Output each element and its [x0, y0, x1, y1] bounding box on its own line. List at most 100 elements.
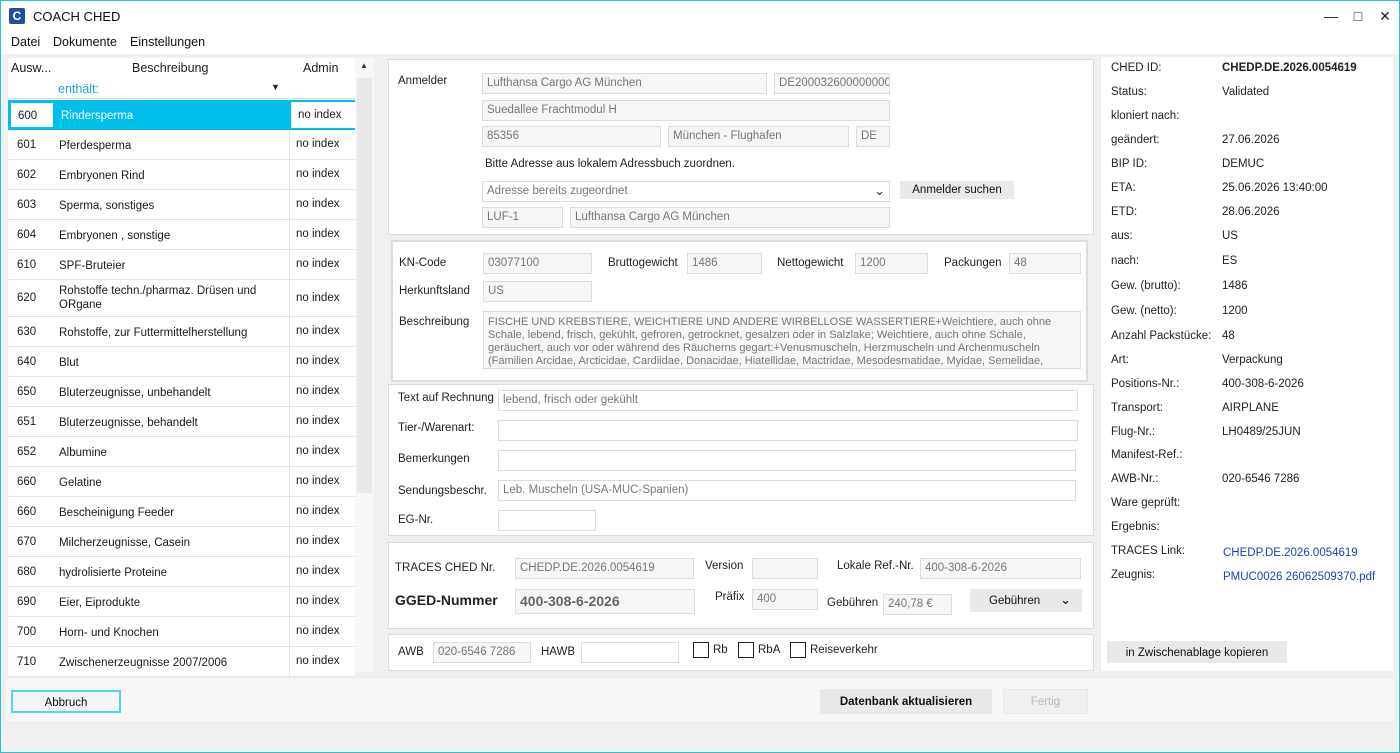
gged-field[interactable]: 400-308-6-2026	[515, 589, 695, 614]
fee-dropdown-button[interactable]: Gebühren ⌄	[970, 589, 1082, 612]
table-row[interactable]: 620 Rohstoffe techn./pharmaz. Drüsen und…	[8, 280, 355, 317]
table-row[interactable]: 710 Zwischenerzeugnisse 2007/2006 no ind…	[8, 647, 355, 677]
local-ref-field[interactable]: 400-308-6-2026	[920, 558, 1081, 579]
anmelder-id-field[interactable]: DE200032600000000	[774, 73, 890, 94]
row-description: Rohstoffe techn./pharmaz. Drüsen und ORg…	[59, 285, 257, 311]
table-row[interactable]: 670 Milcherzeugnisse, Casein no index	[8, 527, 355, 557]
chevron-down-icon[interactable]: ⌄	[874, 183, 885, 199]
table-row[interactable]: 690 Eier, Eiprodukte no index	[8, 587, 355, 617]
close-icon[interactable]: ✕	[1373, 5, 1397, 27]
species-field[interactable]	[498, 420, 1078, 441]
traces-link[interactable]: CHEDP.DE.2026.0054619	[1223, 547, 1358, 559]
table-row[interactable]: 660 Gelatine no index	[8, 467, 355, 497]
summary-key: nach:	[1111, 255, 1140, 267]
menu-einstellungen[interactable]: Einstellungen	[130, 35, 205, 49]
summary-key: Ergebnis:	[1111, 521, 1160, 533]
menu-bar: Datei Dokumente Einstellungen	[1, 32, 1399, 54]
table-row[interactable]: 610 SPF-Bruteier no index	[8, 250, 355, 280]
minimize-icon[interactable]: —	[1319, 5, 1343, 27]
done-button[interactable]: Fertig	[1003, 689, 1088, 714]
traces-ched-field[interactable]: CHEDP.DE.2026.0054619	[515, 558, 694, 579]
summary-key: Zeugnis:	[1111, 569, 1156, 581]
table-row[interactable]: 660 Bescheinigung Feeder no index	[8, 497, 355, 527]
table-row[interactable]: 680 hydrolisierte Proteine no index	[8, 557, 355, 587]
table-row[interactable]: 602 Embryonen Rind no index	[8, 160, 355, 190]
list-scrollbar[interactable]: ▲	[355, 58, 374, 672]
category-list-panel: Ausw... Beschreibung Admin enthält: ▼ 60…	[8, 58, 374, 677]
column-header-admin[interactable]: Admin	[303, 61, 338, 81]
awb-field[interactable]: 020-6546 7286	[433, 642, 531, 663]
remarks-field[interactable]	[498, 450, 1076, 471]
description-field[interactable]: FISCHE UND KREBSTIERE, WEICHTIERE UND AN…	[483, 311, 1081, 369]
remarks-label: Bemerkungen	[398, 453, 470, 465]
copy-to-clipboard-button[interactable]: in Zwischenablage kopieren	[1107, 641, 1287, 663]
table-row[interactable]: 700 Horn- und Knochen no index	[8, 617, 355, 647]
row-code: 680	[17, 566, 37, 578]
invoice-text-field[interactable]: lebend, frisch oder gekühlt	[498, 390, 1078, 411]
local-code-field[interactable]: LUF-1	[482, 207, 563, 228]
fee-field[interactable]: 240,78 €	[883, 594, 952, 615]
table-row[interactable]: 650 Bluterzeugnisse, unbehandelt no inde…	[8, 377, 355, 407]
anmelder-zip-field[interactable]: 85356	[482, 126, 661, 147]
packages-field[interactable]: 48	[1009, 253, 1081, 274]
summary-value: DEMUC	[1222, 158, 1265, 170]
prefix-field[interactable]: 400	[752, 589, 818, 610]
description-label: Beschreibung	[399, 316, 470, 328]
maximize-icon[interactable]: □	[1346, 5, 1370, 27]
summary-key: AWB-Nr.:	[1111, 473, 1159, 485]
row-description: hydrolisierte Proteine	[59, 567, 168, 579]
cancel-button[interactable]: Abbruch	[11, 690, 121, 713]
row-code: 603	[17, 199, 37, 211]
anmelder-name-field[interactable]: Lufthansa Cargo AG München	[482, 73, 767, 94]
anmelder-country-field[interactable]: DE	[856, 126, 890, 147]
column-header-description[interactable]: Beschreibung	[132, 61, 208, 81]
table-row[interactable]: 603 Sperma, sonstiges no index	[8, 190, 355, 220]
row-description: Rohstoffe, zur Futtermittelherstellung	[59, 327, 248, 339]
row-description: Pferdesperma	[59, 140, 132, 152]
anmelder-search-button[interactable]: Anmelder suchen	[900, 181, 1014, 199]
version-field[interactable]	[752, 558, 818, 579]
summary-key: geändert:	[1111, 134, 1160, 146]
filter-row[interactable]: enthält: ▼	[8, 79, 355, 99]
scroll-up-icon[interactable]: ▲	[360, 61, 368, 70]
menu-datei[interactable]: Datei	[11, 35, 40, 49]
shipment-label: Sendungsbeschr.	[398, 485, 487, 497]
table-row[interactable]: 640 Blut no index	[8, 347, 355, 377]
table-row[interactable]: 651 Bluterzeugnisse, behandelt no index	[8, 407, 355, 437]
summary-value: 48	[1222, 330, 1235, 342]
reiseverkehr-checkbox[interactable]	[790, 642, 806, 658]
origin-field[interactable]: US	[483, 281, 592, 302]
anmelder-street-field[interactable]: Suedallee Frachtmodul H	[482, 100, 890, 121]
eg-number-field[interactable]	[498, 510, 596, 531]
table-row[interactable]: 601 Pferdesperma no index	[8, 130, 355, 160]
rb-label: Rb	[713, 644, 728, 656]
column-header-select[interactable]: Ausw...	[11, 61, 51, 81]
certificate-link[interactable]: PMUC0026 26062509370.pdf	[1223, 571, 1375, 583]
netto-field[interactable]: 1200	[855, 253, 928, 274]
menu-dokumente[interactable]: Dokumente	[53, 35, 117, 49]
kn-code-field[interactable]: 03077100	[483, 253, 592, 274]
rb-checkbox[interactable]	[693, 642, 709, 658]
hawb-field[interactable]	[581, 642, 679, 663]
row-admin: no index	[289, 557, 355, 586]
table-row[interactable]: 604 Embryonen , sonstige no index	[8, 220, 355, 250]
update-database-button[interactable]: Datenbank aktualisieren	[820, 689, 992, 714]
fee-button-label: Gebühren	[989, 595, 1041, 607]
row-admin: no index	[289, 160, 355, 189]
local-name-field[interactable]: Lufthansa Cargo AG München	[570, 207, 890, 228]
address-select[interactable]: Adresse bereits zugeordnet ⌄	[482, 181, 890, 202]
filter-dropdown-icon[interactable]: ▼	[271, 82, 280, 92]
table-row[interactable]: 630 Rohstoffe, zur Futtermittelherstellu…	[8, 317, 355, 347]
scroll-thumb[interactable]	[357, 78, 372, 493]
summary-key: TRACES Link:	[1111, 545, 1186, 557]
rba-checkbox[interactable]	[738, 642, 754, 658]
anmelder-city-field[interactable]: München - Flughafen	[668, 126, 849, 147]
shipment-field[interactable]: Leb. Muscheln (USA-MUC-Spanien)	[498, 480, 1076, 501]
table-row[interactable]: 652 Albumine no index	[8, 437, 355, 467]
summary-key: BIP ID:	[1111, 158, 1148, 170]
table-row[interactable]: 600 Rindersperma no index	[8, 100, 357, 130]
summary-key: Positions-Nr.:	[1111, 378, 1180, 390]
summary-key: Gew. (netto):	[1111, 305, 1177, 317]
row-admin: no index	[289, 587, 355, 616]
brutto-field[interactable]: 1486	[687, 253, 762, 274]
